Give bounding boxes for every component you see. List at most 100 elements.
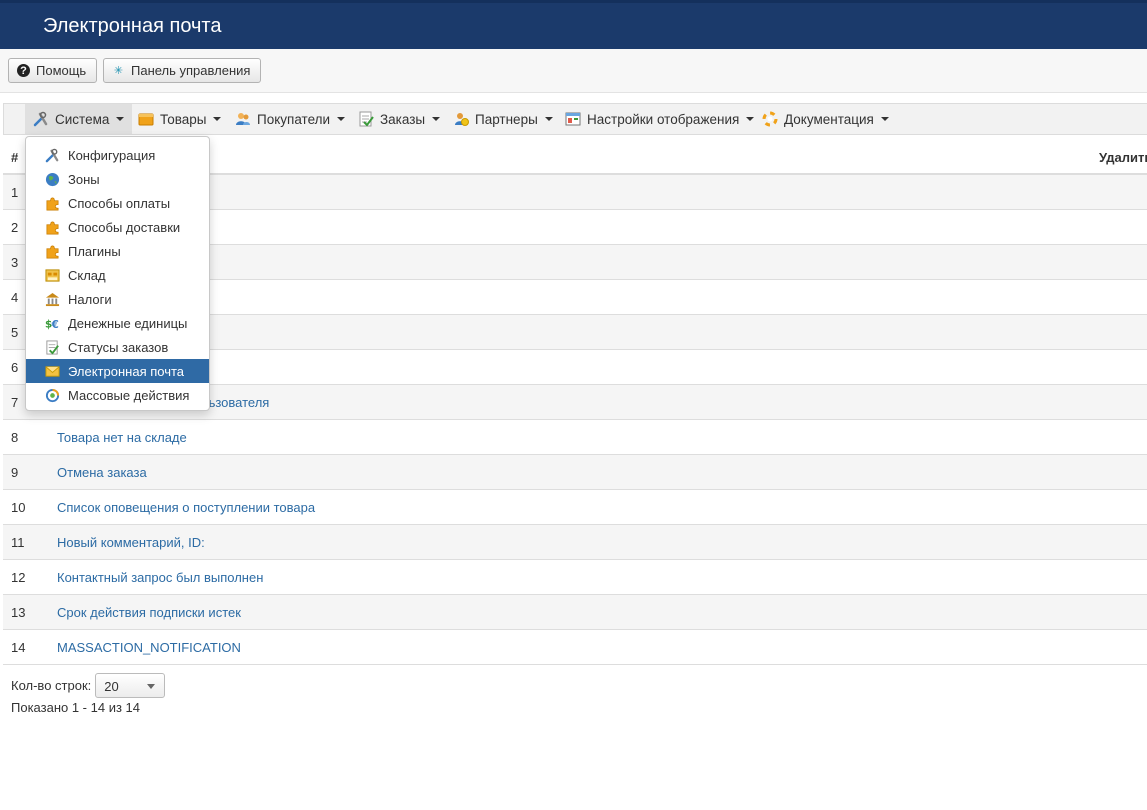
menu-orders-label: Заказы: [380, 111, 426, 127]
envelope-icon: [44, 364, 61, 379]
control-panel-button[interactable]: ✳ Панель управления: [103, 58, 262, 83]
dropdown-item-label: Склад: [68, 267, 106, 283]
rows-per-page-label: Кол-во строк:: [11, 678, 92, 693]
dropdown-item[interactable]: Статусы заказов: [26, 335, 209, 359]
menu-partners[interactable]: Партнеры: [445, 104, 561, 134]
email-template-link[interactable]: Новый комментарий, ID:: [57, 535, 205, 550]
row-number: 10: [11, 500, 26, 515]
email-template-link[interactable]: Товара нет на складе: [57, 430, 187, 445]
puzzle-icon: [44, 244, 61, 259]
dropdown-item[interactable]: Зоны: [26, 167, 209, 191]
caret-down-icon: [213, 117, 222, 121]
dropdown-item[interactable]: Электронная почта: [26, 359, 209, 383]
orders-icon: [359, 111, 374, 127]
table-row: 11 Новый комментарий, ID:: [3, 525, 1147, 560]
email-template-link[interactable]: Список оповещения о поступлении товара: [57, 500, 315, 515]
control-panel-button-label: Панель управления: [131, 63, 251, 78]
email-template-link[interactable]: Контактный запрос был выполнен: [57, 570, 263, 585]
email-template-link[interactable]: MASSACTION_NOTIFICATION: [57, 640, 241, 655]
refresh-icon: [44, 388, 61, 403]
dropdown-item-label: Плагины: [68, 243, 121, 259]
dropdown-item[interactable]: Способы доставки: [26, 215, 209, 239]
email-template-link[interactable]: Отмена заказа: [57, 465, 147, 480]
clipboard-check-icon: [44, 339, 61, 355]
dropdown-item[interactable]: Налоги: [26, 287, 209, 311]
menu-documentation-label: Документация: [784, 111, 874, 127]
menu-partners-label: Партнеры: [475, 111, 538, 127]
menu-orders[interactable]: Заказы: [350, 104, 448, 134]
dropdown-item-label: Конфигурация: [68, 147, 156, 163]
rows-per-page-select[interactable]: 20: [95, 673, 166, 698]
rows-per-page: Кол-во строк: 20: [11, 673, 166, 698]
dropdown-item-label: Массовые действия: [68, 387, 190, 403]
box-icon: [138, 113, 154, 126]
menu-display-settings-label: Настройки отображения: [587, 111, 740, 127]
caret-down-icon: [880, 117, 889, 121]
lifebuoy-icon: [762, 111, 778, 127]
row-number: 14: [11, 640, 26, 655]
bank-icon: [44, 292, 61, 307]
question-icon: ?: [17, 64, 30, 77]
dropdown-item-label: Налоги: [68, 291, 112, 307]
warehouse-icon: [44, 268, 61, 283]
pagination-summary: Показано 1 - 14 из 14: [11, 700, 140, 715]
help-button-label: Помощь: [36, 63, 87, 78]
asterisk-icon: ✳: [113, 65, 124, 77]
row-number: 6: [11, 360, 19, 375]
menu-display-settings[interactable]: Настройки отображения: [557, 104, 762, 134]
dropdown-item-label: Статусы заказов: [68, 339, 169, 355]
column-header-delete[interactable]: Удалить: [1099, 150, 1147, 165]
caret-down-icon: [432, 117, 441, 121]
column-header-number: #: [11, 150, 19, 165]
row-number: 12: [11, 570, 26, 585]
dropdown-item-label: Электронная почта: [68, 363, 185, 379]
table-row: 12 Контактный запрос был выполнен: [3, 560, 1147, 595]
tools-icon: [33, 111, 48, 127]
row-number: 7: [11, 395, 19, 410]
svg-text:€: €: [51, 319, 59, 331]
row-number: 1: [11, 185, 19, 200]
row-number: 5: [11, 325, 19, 340]
dropdown-item[interactable]: Конфигурация: [26, 143, 209, 167]
menu-documentation[interactable]: Документация: [754, 104, 897, 134]
users-icon: [236, 113, 250, 125]
dropdown-item[interactable]: $ € Денежные единицы: [26, 311, 209, 335]
table-row: 9 Отмена заказа: [3, 455, 1147, 490]
menu-products[interactable]: Товары: [130, 104, 229, 134]
toolbar: ? Помощь ✳ Панель управления: [0, 49, 1147, 93]
row-number: 8: [11, 430, 19, 445]
dropdown-item[interactable]: Склад: [26, 263, 209, 287]
tools-icon: [44, 148, 61, 163]
dropdown-item[interactable]: Массовые действия: [26, 383, 209, 407]
menu-system-label: Система: [55, 111, 110, 127]
table-row: 14 MASSACTION_NOTIFICATION: [3, 630, 1147, 665]
display-settings-icon: [565, 112, 581, 126]
dropdown-item-label: Способы доставки: [68, 219, 181, 235]
table-row: 10 Список оповещения о поступлении товара: [3, 490, 1147, 525]
menu-customers[interactable]: Покупатели: [227, 104, 353, 134]
page-title: Электронная почта: [43, 15, 222, 37]
dropdown-item[interactable]: Способы оплаты: [26, 191, 209, 215]
puzzle-icon: [44, 220, 61, 235]
menu-products-label: Товары: [160, 111, 207, 127]
help-button[interactable]: ? Помощь: [8, 58, 98, 83]
dropdown-item[interactable]: Плагины: [26, 239, 209, 263]
dropdown-item-label: Способы оплаты: [68, 195, 171, 211]
row-number: 9: [11, 465, 19, 480]
row-number: 2: [11, 220, 19, 235]
rows-per-page-value: 20: [104, 679, 119, 694]
caret-down-icon: [116, 117, 125, 121]
row-number: 3: [11, 255, 19, 270]
page-header: Электронная почта: [0, 0, 1147, 49]
email-template-link[interactable]: Срок действия подписки истек: [57, 605, 241, 620]
main-menu: Система Товары Покупатели Заказы Партнер…: [3, 103, 1147, 135]
chevron-down-icon: [147, 684, 156, 689]
currency-icon: $ €: [44, 316, 61, 331]
caret-down-icon: [544, 117, 553, 121]
puzzle-icon: [44, 196, 61, 211]
row-number: 11: [11, 535, 25, 550]
partners-icon: [455, 113, 469, 126]
menu-system[interactable]: Система: [25, 104, 133, 134]
table-row: 8 Товара нет на складе: [3, 420, 1147, 455]
dropdown-item-label: Зоны: [68, 171, 100, 187]
